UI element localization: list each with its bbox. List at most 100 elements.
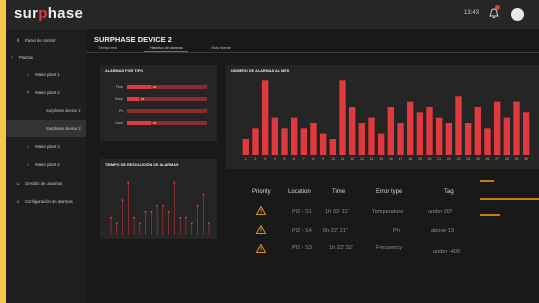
month-bar[interactable] xyxy=(281,128,288,155)
month-bar[interactable] xyxy=(522,112,530,155)
page-title: SURPHASE DEVICE 2 xyxy=(94,35,172,44)
col-header-time[interactable]: Time xyxy=(332,189,345,195)
resolution-point[interactable] xyxy=(150,210,153,213)
month-bar[interactable] xyxy=(348,107,356,155)
resolution-point[interactable] xyxy=(208,222,210,225)
sidebar-item-water-plant-3[interactable]: › Water plant 3 xyxy=(6,138,86,155)
month-bar[interactable] xyxy=(416,112,424,155)
resolution-point[interactable] xyxy=(144,210,147,213)
month-bar[interactable] xyxy=(368,117,375,155)
resolution-point[interactable] xyxy=(127,181,130,184)
month-bar[interactable] xyxy=(484,128,491,155)
month-tick-label: 17 xyxy=(399,157,403,161)
month-tick-label: 7 xyxy=(303,157,305,161)
alarm-type-label: Flow xyxy=(115,84,123,89)
sidebar-item-label: Water plant 2 xyxy=(35,90,60,95)
month-bar[interactable] xyxy=(300,128,308,155)
month-bar[interactable] xyxy=(493,101,501,155)
avatar[interactable] xyxy=(511,8,524,21)
sidebar-item-water-plant-4[interactable]: › Water plant 4 xyxy=(6,156,86,173)
month-bar[interactable] xyxy=(319,133,327,155)
resolution-point[interactable] xyxy=(184,216,187,219)
logo[interactable]: surphase xyxy=(14,5,83,22)
warning-icon xyxy=(256,244,266,253)
col-header-tag[interactable]: Tag xyxy=(444,189,454,195)
month-tick-label: 29 xyxy=(515,157,519,161)
sidebar-item-label: Water plant 4 xyxy=(35,162,60,167)
month-tick-label: 6 xyxy=(293,157,295,161)
month-bar[interactable] xyxy=(387,107,395,155)
month-bar[interactable] xyxy=(445,123,453,155)
alarm-type-track xyxy=(127,97,207,101)
alarm-type-label: Ph xyxy=(118,108,123,113)
month-bar[interactable] xyxy=(339,80,346,155)
resolution-point[interactable] xyxy=(190,222,193,225)
alarm-type-bar xyxy=(127,121,151,125)
resolution-point[interactable] xyxy=(133,216,136,219)
month-bar[interactable] xyxy=(455,96,462,155)
resolution-point[interactable] xyxy=(173,181,176,184)
share-icon: ‹ xyxy=(11,54,13,61)
clock: 13:43 xyxy=(464,10,480,16)
sidebar-item-surphase-device-2[interactable]: Surphase device 2 xyxy=(6,120,86,137)
month-bar[interactable] xyxy=(358,123,366,155)
sidebar-item-water-plant-1[interactable]: › Water plant 1 xyxy=(6,66,86,83)
month-tick-label: 11 xyxy=(341,157,345,161)
sidebar-item-gestion-usuarios[interactable]: ☺ Gestión de usuarios xyxy=(6,175,86,192)
col-header-error-type[interactable]: Error type xyxy=(376,189,402,195)
sidebar-item-panel-de-control[interactable]: ıl Panel de control xyxy=(6,32,86,49)
col-header-priority[interactable]: Priority xyxy=(252,189,271,195)
resolution-point[interactable] xyxy=(179,216,182,219)
resolution-point[interactable] xyxy=(110,216,112,219)
resolution-point[interactable] xyxy=(115,222,118,225)
month-bar[interactable] xyxy=(406,101,414,155)
month-bar[interactable] xyxy=(290,117,298,155)
month-bar[interactable] xyxy=(464,123,472,155)
resolution-point[interactable] xyxy=(167,210,170,213)
month-bar[interactable] xyxy=(242,139,250,155)
tab-historico-alarmas[interactable]: Histórico de alarmas xyxy=(150,46,183,50)
sidebar-item-configuracion-alarmas[interactable]: ♫ Configuración de alarmas xyxy=(6,193,86,210)
alarm-type-value: 18 xyxy=(141,97,145,102)
sidebar-item-label: Configuración de alarmas xyxy=(25,199,73,204)
month-bar[interactable] xyxy=(426,107,433,155)
tab-tiempo-real[interactable]: Tiempo real xyxy=(98,46,117,50)
month-tick-label: 26 xyxy=(486,157,490,161)
month-bar[interactable] xyxy=(377,133,385,155)
tab-vista-tiberde[interactable]: Vista tiberde xyxy=(211,46,231,50)
cell-time: 6h 22' 21'' xyxy=(323,228,348,234)
chevron-icon: › xyxy=(27,143,29,150)
sidebar-item-label: Water plant 1 xyxy=(35,72,60,77)
month-tick-label: 8 xyxy=(313,157,315,161)
month-bar[interactable] xyxy=(503,117,511,155)
tag-indicator-line xyxy=(480,180,494,182)
month-bar[interactable] xyxy=(271,117,279,155)
sidebar-item-water-plant-2[interactable]: ˅ Water plant 2 xyxy=(6,84,86,101)
alarms-per-month-chart: 1 2 3 4 5 6 7 8 9 10 11 12 13 14 15 16 17 18 19 20 21 22 23 24 2… xyxy=(242,80,530,161)
resolution-point[interactable] xyxy=(121,199,124,202)
month-bar[interactable] xyxy=(261,80,269,155)
month-tick-label: 10 xyxy=(331,157,335,161)
month-bar[interactable] xyxy=(474,107,482,155)
sidebar-item-plantas[interactable]: ‹ Plantas xyxy=(6,49,86,66)
users-icon: ☺ xyxy=(15,180,21,187)
cell-time: 1h 33' 11'' xyxy=(325,209,350,215)
month-bar[interactable] xyxy=(252,128,259,155)
month-bar[interactable] xyxy=(513,101,520,155)
month-bar[interactable] xyxy=(397,123,404,155)
chevron-down-icon: ˅ xyxy=(26,89,30,96)
col-header-location[interactable]: Location xyxy=(288,189,311,195)
tag-indicator-line xyxy=(480,214,500,216)
resolution-point[interactable] xyxy=(156,205,159,207)
resolution-point[interactable] xyxy=(196,205,199,207)
cell-location: Pl2 - S3 xyxy=(292,245,312,251)
month-bar[interactable] xyxy=(310,123,317,155)
alarm-type-value: 24 xyxy=(153,85,157,90)
cell-location: Pl2 - S1 xyxy=(292,209,312,215)
month-bar[interactable] xyxy=(435,117,443,155)
resolution-point[interactable] xyxy=(161,205,164,207)
resolution-point[interactable] xyxy=(138,222,141,225)
resolution-point[interactable] xyxy=(202,193,205,196)
month-bar[interactable] xyxy=(329,139,337,155)
sidebar-item-surphase-device-1[interactable]: Surphase device 1 xyxy=(6,102,86,119)
